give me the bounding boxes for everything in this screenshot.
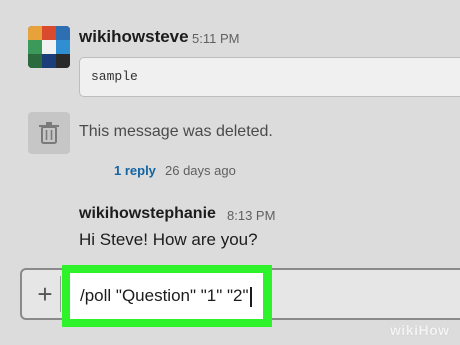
deleted-message-text: This message was deleted. bbox=[79, 123, 273, 140]
message-input[interactable]: /poll "Question" "1" "2" bbox=[70, 273, 263, 319]
avatar[interactable] bbox=[28, 26, 70, 68]
thread-reply-time: 26 days ago bbox=[165, 163, 236, 178]
message-username[interactable]: wikihowstephanie bbox=[79, 205, 216, 223]
code-block: sample bbox=[79, 57, 460, 97]
code-text: sample bbox=[91, 69, 138, 84]
thread-reply-link[interactable]: 1 reply bbox=[114, 163, 156, 178]
message-text: Hi Steve! How are you? bbox=[79, 230, 258, 249]
trash-icon bbox=[28, 112, 70, 154]
text-cursor bbox=[249, 286, 252, 307]
message-input-value: /poll "Question" "1" "2" bbox=[80, 286, 249, 305]
message-timestamp[interactable]: 5:11 PM bbox=[192, 31, 239, 46]
plus-icon[interactable]: + bbox=[30, 276, 61, 312]
watermark: wikiHow bbox=[390, 322, 450, 338]
message-username[interactable]: wikihowsteve bbox=[79, 27, 189, 47]
message-timestamp[interactable]: 8:13 PM bbox=[227, 208, 275, 223]
